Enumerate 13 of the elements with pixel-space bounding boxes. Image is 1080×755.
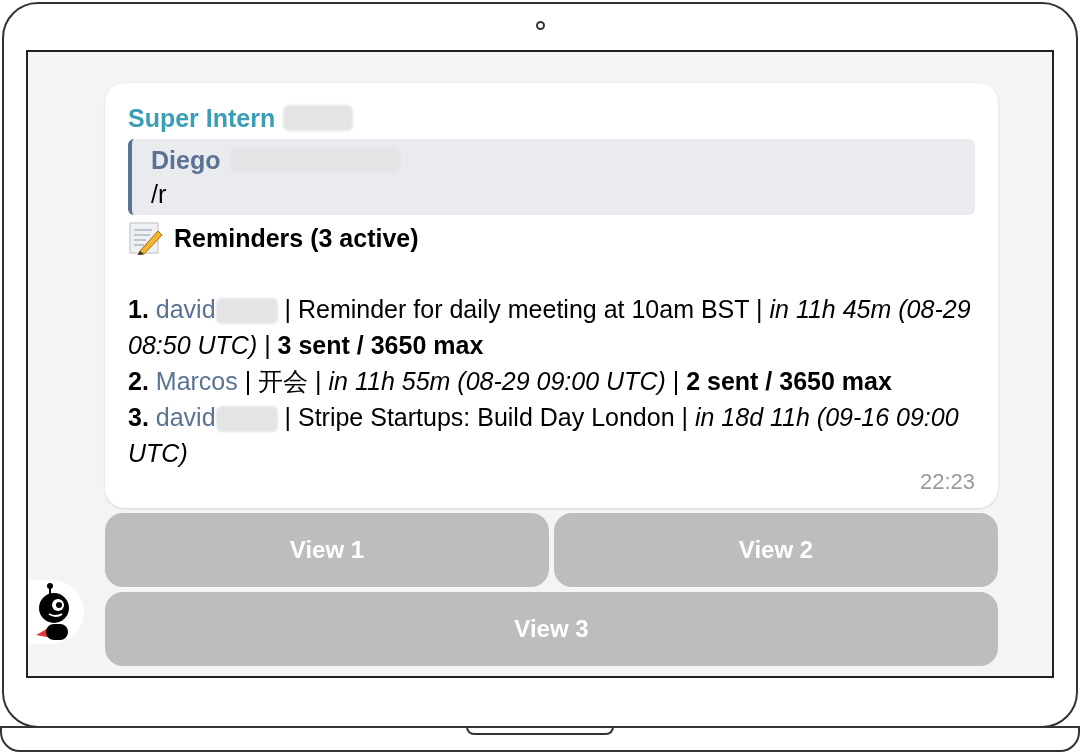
user-link[interactable]: david <box>155 295 216 323</box>
reminders-heading: Reminders (3 active) <box>174 223 419 254</box>
reply-quote[interactable]: Diego /r <box>128 139 975 215</box>
reply-text: /r <box>151 179 167 210</box>
sender-name[interactable]: Super Intern <box>128 101 276 135</box>
reminder-entry: 2. Marcos | 开会 | in 11h 55m (08-29 09:00 UTC) | 2 sent / 3650 max <box>128 366 893 397</box>
user-link[interactable]: david <box>155 403 216 431</box>
user-link[interactable]: Marcos <box>155 367 238 395</box>
message-time: 22:23 <box>919 468 975 496</box>
notepad-pencil-icon <box>128 221 162 255</box>
reply-author: Diego <box>151 145 221 176</box>
camera-icon <box>536 21 545 30</box>
reminder-entry: 3. david | Stripe Startups: Build Day London | in 18d 11h (09-16 09:00 UTC) <box>128 402 960 469</box>
